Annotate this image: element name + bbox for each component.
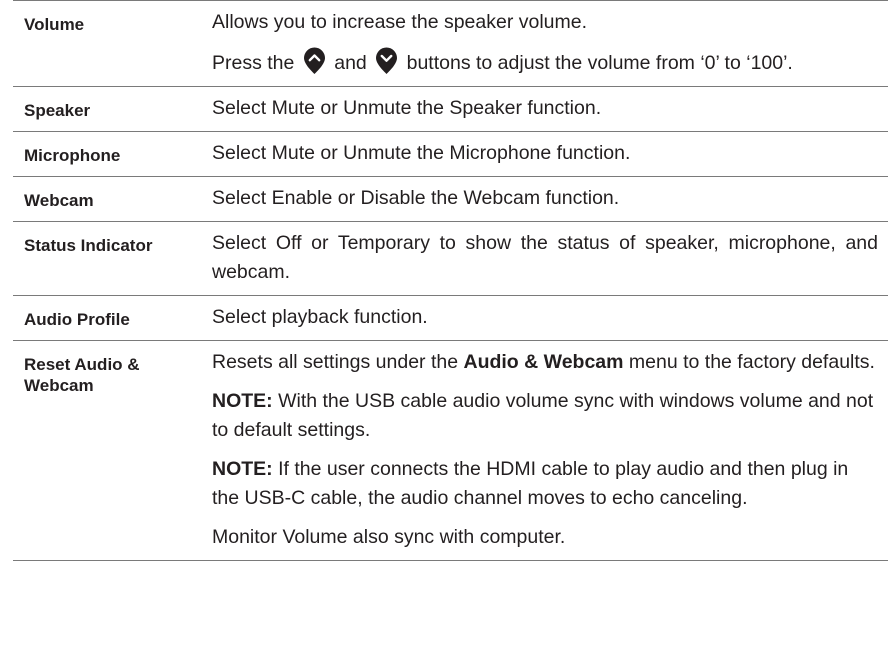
text-fragment: Press the: [212, 52, 295, 74]
description-text: Press the and buttons to adjust the volu…: [212, 47, 878, 78]
row-description: Select Mute or Unmute the Speaker functi…: [196, 87, 888, 132]
row-volume: Volume Allows you to increase the speake…: [13, 0, 888, 87]
row-description: Select Off or Temporary to show the stat…: [196, 222, 888, 296]
description-text: Select Mute or Unmute the Microphone fun…: [212, 142, 631, 164]
row-audio-profile: Audio Profile Select playback function.: [13, 295, 888, 341]
description-text: Select Off or Temporary to show the stat…: [212, 232, 878, 283]
row-webcam: Webcam Select Enable or Disable the Webc…: [13, 176, 888, 222]
note-label: NOTE:: [212, 390, 273, 412]
note-text: With the USB cable audio volume sync wit…: [212, 390, 874, 441]
row-speaker: Speaker Select Mute or Unmute the Speake…: [13, 86, 888, 132]
note-label: NOTE:: [212, 458, 273, 480]
row-name: Volume: [24, 15, 85, 34]
row-description: Resets all settings under the Audio & We…: [196, 341, 888, 561]
row-description: Select Mute or Unmute the Microphone fun…: [196, 132, 888, 177]
row-name: Status Indicator: [24, 236, 153, 255]
row-name: Webcam: [24, 191, 94, 210]
description-text: Select playback function.: [212, 306, 428, 328]
text-fragment: menu to the factory defaults.: [628, 351, 875, 373]
row-name: Reset Audio & Webcam: [24, 355, 140, 395]
description-text: Select Enable or Disable the Webcam func…: [212, 187, 620, 209]
row-description: Allows you to increase the speaker volum…: [196, 1, 888, 87]
down-arrow-button-icon: [375, 47, 398, 75]
row-status-indicator: Status Indicator Select Off or Temporary…: [13, 221, 888, 296]
note: NOTE: With the USB cable audio volume sy…: [212, 387, 878, 445]
row-name: Microphone: [24, 146, 121, 165]
row-microphone: Microphone Select Mute or Unmute the Mic…: [13, 131, 888, 177]
text-fragment: Resets all settings under the: [212, 351, 459, 373]
description-text: Select Mute or Unmute the Speaker functi…: [212, 97, 602, 119]
row-reset-audio-webcam: Reset Audio & Webcam Resets all settings…: [13, 340, 888, 561]
description-text: Resets all settings under the Audio & We…: [212, 348, 878, 377]
audio-webcam-settings-table: Volume Allows you to increase the speake…: [13, 0, 888, 561]
up-arrow-button-icon: [303, 47, 326, 75]
description-text: Allows you to increase the speaker volum…: [212, 11, 588, 33]
note: NOTE: If the user connects the HDMI cabl…: [212, 455, 878, 513]
row-description: Select Enable or Disable the Webcam func…: [196, 177, 888, 222]
row-name: Audio Profile: [24, 310, 130, 329]
text-fragment: and: [334, 52, 367, 74]
text-fragment: buttons to adjust the volume from ‘0’ to…: [406, 52, 793, 74]
menu-name: Audio & Webcam: [463, 351, 624, 373]
row-name: Speaker: [24, 101, 91, 120]
row-description: Select playback function.: [196, 296, 888, 341]
description-text: Monitor Volume also sync with computer.: [212, 526, 566, 548]
note-text: If the user connects the HDMI cable to p…: [212, 458, 849, 509]
